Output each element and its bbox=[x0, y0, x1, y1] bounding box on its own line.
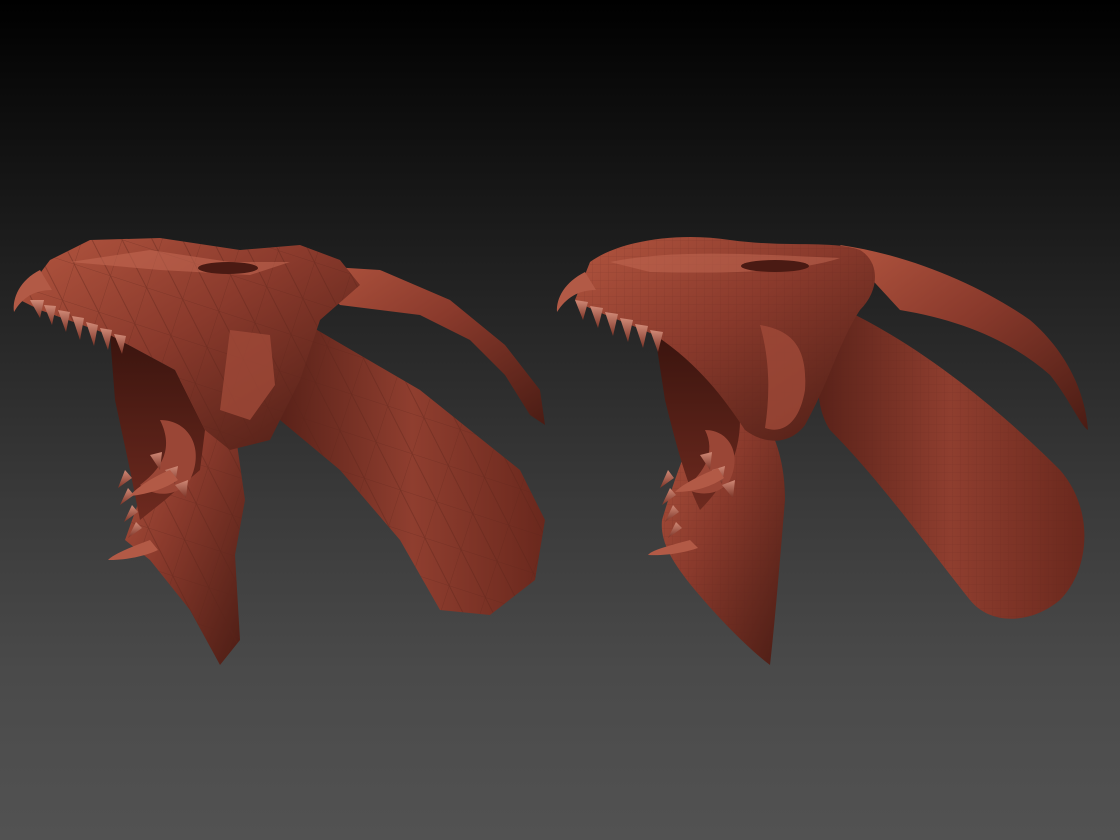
render-canvas bbox=[13, 236, 1088, 665]
dragon-head-low-poly bbox=[13, 238, 545, 665]
dragon-head-subdivided bbox=[556, 236, 1088, 665]
eye-socket bbox=[741, 260, 809, 272]
render-viewport bbox=[0, 0, 1120, 840]
eye-socket bbox=[198, 262, 258, 274]
